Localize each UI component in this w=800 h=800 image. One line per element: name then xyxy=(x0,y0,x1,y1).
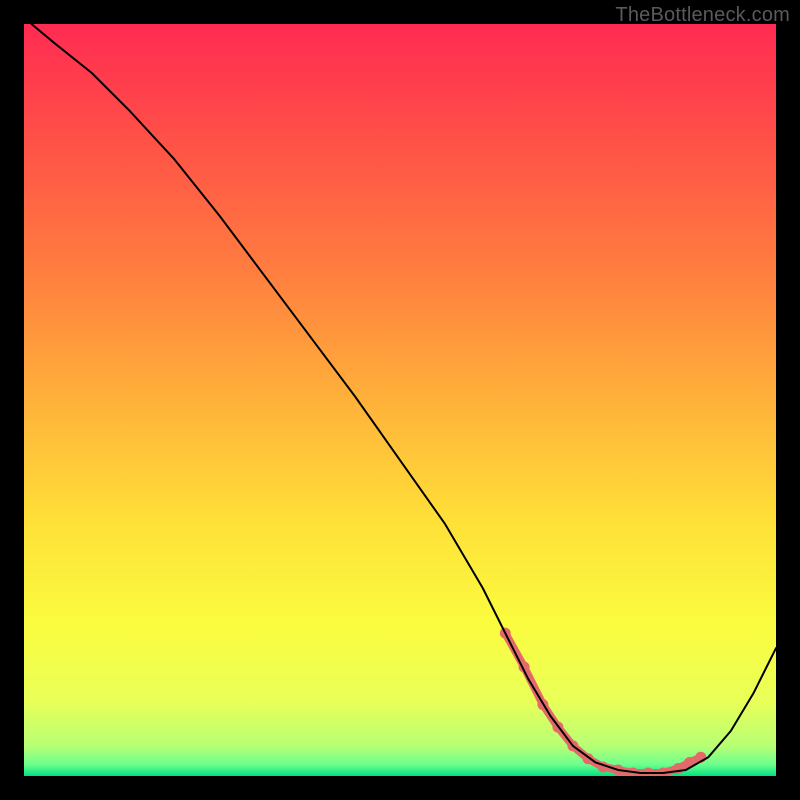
plot-area xyxy=(24,24,776,776)
chart-container: TheBottleneck.com xyxy=(0,0,800,800)
chart-svg xyxy=(24,24,776,776)
attribution-text: TheBottleneck.com xyxy=(615,4,790,27)
gradient-background xyxy=(24,24,776,776)
